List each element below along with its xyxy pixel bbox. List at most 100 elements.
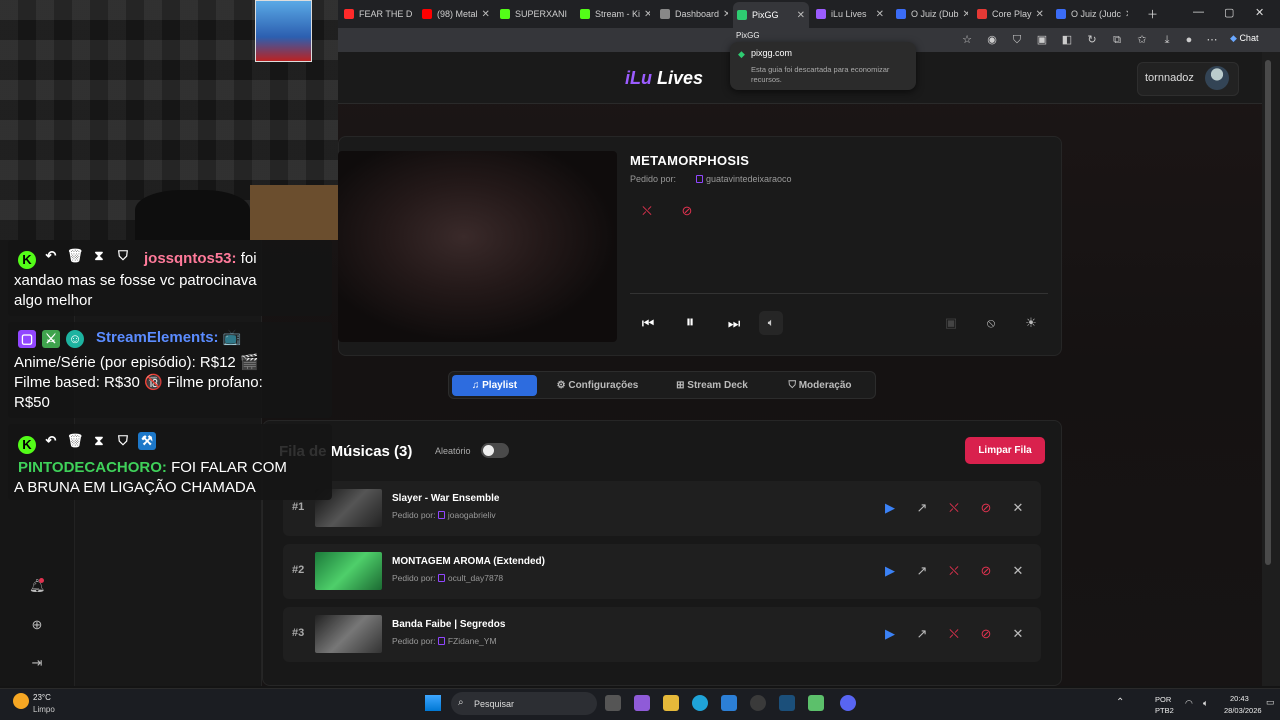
tab-playlist[interactable]: ♫ Playlist (452, 375, 537, 396)
clock-date[interactable]: 28/03/2026 (1224, 706, 1262, 715)
task-view-icon[interactable] (605, 695, 621, 711)
browser-tab[interactable]: Dashboard ✕ (656, 4, 728, 24)
copilot-chat-button[interactable]: ◆ Chat (1230, 33, 1258, 44)
file-explorer-icon[interactable] (663, 695, 679, 711)
chat-first-line: jossqntos53: foi (144, 250, 257, 267)
remove-icon[interactable]: ✕ (1010, 563, 1026, 579)
language-indicator[interactable]: POR (1155, 695, 1171, 704)
app-icon[interactable] (808, 695, 824, 711)
tab-close-icon[interactable]: ✕ (1121, 9, 1128, 20)
chat-line: algo melhor (14, 292, 93, 309)
discord-icon[interactable] (840, 695, 856, 711)
tab-close-icon[interactable]: ✕ (872, 9, 884, 20)
remove-icon[interactable]: ✕ (1010, 500, 1026, 516)
tab-settings[interactable]: ⚙ Configurações (545, 375, 650, 396)
browser-tab[interactable]: O Juiz (Dub ✕ (892, 4, 968, 24)
trending-icon[interactable]: ↗ (914, 626, 930, 642)
progress-bar[interactable] (630, 293, 1048, 294)
browser-tab[interactable]: FEAR THE D✕ (340, 4, 412, 24)
browser-tab[interactable]: Core Play ✕ (973, 4, 1047, 24)
more-icon[interactable]: ⋯ (1205, 33, 1219, 47)
block-icon[interactable]: ⊘ (978, 563, 994, 579)
download-icon[interactable]: ⤓ (1160, 33, 1174, 47)
ban-user-icon[interactable]: ⛌ (946, 500, 962, 516)
steam-icon[interactable] (779, 695, 795, 711)
weather-icon[interactable] (13, 693, 29, 709)
app-icon[interactable] (750, 695, 766, 711)
shield-icon[interactable]: ⛉ (1010, 33, 1024, 47)
scrollbar-thumb[interactable] (1265, 60, 1271, 565)
store-icon[interactable] (721, 695, 737, 711)
new-tab-button[interactable]: ＋ (1147, 6, 1158, 22)
previous-button[interactable]: ⏮ (640, 315, 656, 331)
browser-tab[interactable]: SUPERXANI✕ (496, 4, 570, 24)
undo-icon: ↶ (45, 433, 57, 448)
clear-queue-button[interactable]: Limpar Fila (965, 437, 1045, 464)
shuffle-toggle[interactable] (481, 443, 509, 458)
tab-close-icon[interactable]: ✕ (793, 10, 805, 21)
brightness-icon[interactable]: ☀ (1023, 315, 1039, 331)
volume-button[interactable]: 🔈︎ (759, 311, 783, 335)
logout-icon[interactable]: ⇥ (29, 655, 45, 671)
clock-time[interactable]: 20:43 (1230, 694, 1249, 703)
shield-icon: ⛉ (118, 433, 128, 448)
block-icon[interactable]: ⊘ (978, 500, 994, 516)
browser-tab[interactable]: iLu Lives ✕ (812, 4, 888, 24)
app-logo[interactable]: iLu Lives (625, 68, 703, 89)
trending-icon[interactable]: ↗ (914, 563, 930, 579)
next-button[interactable]: ⏭ (726, 315, 742, 331)
tab-close-icon[interactable]: ✕ (1032, 9, 1044, 20)
favorites-icon[interactable]: ✩ (1135, 33, 1149, 47)
ban-user-icon[interactable]: ⛌ (639, 203, 655, 219)
tab-moderation[interactable]: ⛉ Moderação (774, 375, 866, 396)
minimize-button[interactable]: — (1193, 6, 1204, 18)
block-icon[interactable]: ⊘ (978, 626, 994, 642)
tab-favicon-icon (1056, 9, 1066, 19)
wifi-icon[interactable]: ◠ (1185, 698, 1193, 709)
ban-user-icon[interactable]: ⛌ (946, 626, 962, 642)
extension-icon[interactable]: ▣ (1035, 33, 1049, 47)
taskbar-search[interactable] (451, 692, 597, 715)
browser-tab[interactable]: O Juiz (Judc✕ (1052, 4, 1128, 24)
browser-tab[interactable]: (98) Metal ✕ (418, 4, 490, 24)
hide-video-icon[interactable]: ⦸ (983, 315, 999, 331)
edge-icon[interactable] (692, 695, 708, 711)
tab-close-icon[interactable]: ✕ (567, 9, 570, 20)
windows-start-icon[interactable] (425, 695, 441, 711)
copilot-icon[interactable] (634, 695, 650, 711)
extension-icon[interactable]: ◧ (1060, 33, 1074, 47)
play-icon[interactable]: ▶ (882, 500, 898, 516)
profile-icon[interactable]: ● (1182, 33, 1196, 47)
browser-tab[interactable]: PixGG ✕ (733, 2, 809, 28)
browser-tab[interactable]: Stream - Ki ✕ (576, 4, 650, 24)
refresh-icon[interactable]: ↻ (1085, 33, 1099, 47)
star-icon[interactable]: ☆ (960, 33, 974, 47)
trash-icon: 🗑︎ (66, 248, 84, 263)
tab-close-icon[interactable]: ✕ (478, 9, 490, 20)
ban-user-icon[interactable]: ⛌ (946, 563, 962, 579)
maximize-button[interactable]: ▢ (1224, 6, 1234, 19)
extension-icon[interactable]: ◉ (985, 33, 999, 47)
tab-close-icon[interactable]: ✕ (719, 9, 728, 20)
tab-close-icon[interactable]: ✕ (959, 9, 968, 20)
tab-stream-deck[interactable]: ⊞ Stream Deck (664, 375, 760, 396)
tab-close-icon[interactable]: ✕ (640, 9, 650, 20)
queue-row: #2 MONTAGEM AROMA (Extended) Pedido por:… (283, 544, 1041, 599)
play-icon[interactable]: ▶ (882, 563, 898, 579)
volume-icon[interactable]: 🔈︎ (1203, 698, 1208, 709)
remove-icon[interactable]: ✕ (1010, 626, 1026, 642)
play-icon[interactable]: ▶ (882, 626, 898, 642)
avatar[interactable] (1205, 66, 1229, 90)
support-icon[interactable]: ⊕ (29, 617, 45, 633)
pause-button[interactable]: ⏸ (682, 313, 698, 330)
overlay-icon[interactable]: ▣ (943, 315, 959, 331)
block-icon[interactable]: ⊘ (679, 203, 695, 219)
undo-icon: ↶ (45, 248, 57, 263)
trending-icon[interactable]: ↗ (914, 500, 930, 516)
notifications-icon[interactable]: ▭ (1266, 697, 1275, 708)
close-window-button[interactable]: ✕ (1255, 6, 1264, 19)
split-screen-icon[interactable]: ⧉ (1110, 33, 1124, 47)
webcam-chair (135, 190, 250, 240)
tray-chevron-icon[interactable]: ⌃ (1116, 697, 1124, 708)
keyboard-indicator[interactable]: PTB2 (1155, 706, 1174, 715)
